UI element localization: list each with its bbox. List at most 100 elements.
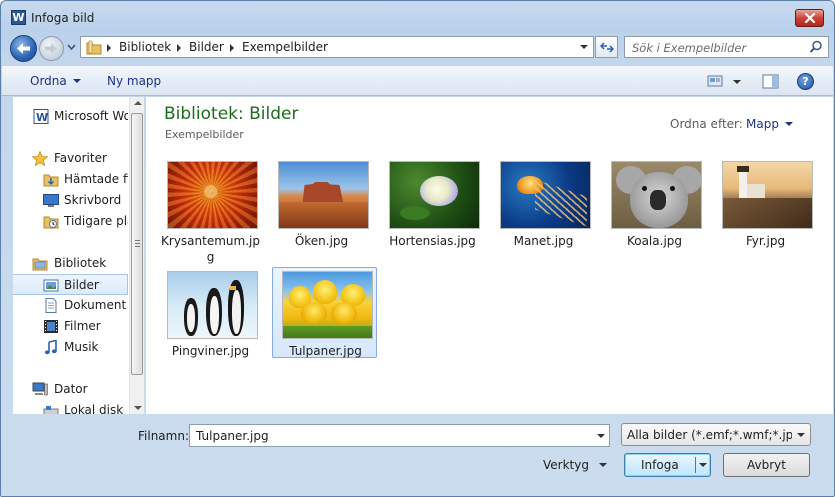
nav-pane-scrollbar[interactable] bbox=[129, 97, 144, 414]
cancel-button[interactable]: Avbryt bbox=[723, 453, 810, 477]
tulpaner-thumbnail bbox=[282, 271, 373, 339]
nav-item-downloads[interactable]: Hämtade fil bbox=[13, 169, 128, 190]
address-history-dropdown[interactable] bbox=[580, 45, 588, 49]
file-type-filter-select[interactable]: Alla bilder (*.emf;*.wmf;*.jpg;*. bbox=[621, 423, 811, 446]
refresh-icon bbox=[600, 42, 614, 53]
hortensias-thumbnail bbox=[389, 161, 480, 229]
library-title: Bibliotek: Bilder bbox=[164, 104, 299, 124]
search-box[interactable]: Sök i Exempelbilder bbox=[624, 36, 829, 58]
svg-text:W: W bbox=[36, 111, 48, 124]
file-list-pane: Bibliotek: Bilder Exempelbilder Ordna ef… bbox=[146, 97, 833, 414]
star-icon bbox=[32, 151, 48, 166]
nav-item-music[interactable]: Musik bbox=[13, 337, 128, 358]
nav-item-label: Dokument bbox=[64, 298, 127, 312]
file-name-dropdown[interactable] bbox=[597, 434, 605, 438]
tools-button[interactable]: Verktyg bbox=[543, 458, 589, 472]
organize-button[interactable]: Ordna bbox=[30, 74, 81, 88]
file-name: Tulpaner.jpg bbox=[289, 344, 362, 358]
new-folder-button[interactable]: Ny mapp bbox=[107, 74, 161, 88]
file-name-label: Filnamn: bbox=[138, 429, 189, 443]
nav-item-favorites[interactable]: Favoriter bbox=[13, 148, 128, 169]
nav-item-label: Bibliotek bbox=[54, 256, 107, 270]
forward-button[interactable] bbox=[39, 36, 64, 61]
nav-item-videos[interactable]: Filmer bbox=[13, 316, 128, 337]
nav-item-microsoft-word[interactable]: W Microsoft Wo bbox=[13, 106, 128, 127]
command-toolbar: Ordna Ny mapp ? bbox=[2, 65, 833, 96]
krysantemum-thumbnail bbox=[167, 161, 258, 229]
address-bar[interactable]: Bibliotek Bilder Exempelbilder bbox=[80, 36, 594, 58]
file-name-value: Tulpaner.jpg bbox=[196, 429, 269, 443]
search-icon[interactable] bbox=[809, 40, 823, 54]
file-item-manet[interactable]: Manet.jpg bbox=[491, 158, 596, 249]
nav-item-recent-places[interactable]: Tidigare pla bbox=[13, 211, 128, 232]
close-button[interactable] bbox=[795, 9, 824, 27]
nav-item-local-disk[interactable]: Lokal disk (C bbox=[13, 400, 128, 414]
nav-item-label: Bilder bbox=[64, 278, 99, 292]
nav-item-label: Favoriter bbox=[54, 151, 107, 165]
fyr-thumbnail bbox=[722, 161, 813, 229]
title-bar: W Infoga bild bbox=[1, 1, 834, 31]
insert-button[interactable]: Infoga bbox=[624, 453, 711, 477]
chevron-down-icon bbox=[797, 433, 805, 437]
library-subtitle: Exempelbilder bbox=[165, 128, 244, 141]
word-app-icon: W bbox=[11, 10, 26, 25]
chevron-down-icon bbox=[72, 79, 81, 83]
documents-icon bbox=[45, 298, 57, 313]
scroll-up-arrow-icon[interactable] bbox=[134, 101, 142, 105]
breadcrumb-bibliotek[interactable]: Bibliotek bbox=[119, 40, 171, 54]
videos-icon bbox=[44, 320, 58, 333]
file-name-line2: g bbox=[206, 250, 215, 264]
back-button[interactable] bbox=[10, 35, 37, 62]
pictures-icon bbox=[43, 279, 59, 292]
view-options-dropdown[interactable] bbox=[733, 80, 741, 84]
window-title: Infoga bild bbox=[31, 11, 95, 25]
nav-item-label: Musik bbox=[64, 340, 99, 354]
breadcrumb-separator-icon[interactable] bbox=[230, 44, 234, 52]
nav-item-label: Filmer bbox=[64, 319, 101, 333]
nav-item-label: Tidigare pla bbox=[64, 214, 128, 228]
file-name-line1: Krysantemum.jp bbox=[161, 234, 260, 248]
nav-item-label: Skrivbord bbox=[64, 193, 122, 207]
file-name-input[interactable]: Tulpaner.jpg bbox=[189, 424, 610, 447]
scroll-down-arrow-icon[interactable] bbox=[134, 406, 142, 410]
nav-item-documents[interactable]: Dokument bbox=[13, 295, 128, 316]
recent-pages-chevron-down-icon[interactable] bbox=[67, 44, 76, 51]
manet-thumbnail bbox=[500, 161, 591, 229]
downloads-folder-icon bbox=[43, 174, 59, 187]
breadcrumb-bilder[interactable]: Bilder bbox=[189, 40, 224, 54]
file-item-pingviner[interactable]: Pingviner.jpg bbox=[158, 268, 263, 359]
nav-item-label: Microsoft Wo bbox=[54, 109, 128, 123]
file-item-krysantemum[interactable]: Krysantemum.jp g bbox=[158, 158, 263, 264]
scrollbar-thumb[interactable] bbox=[131, 113, 143, 375]
help-icon[interactable]: ? bbox=[797, 73, 814, 90]
tools-dropdown-arrow[interactable] bbox=[599, 463, 607, 467]
breadcrumb-exempelbilder[interactable]: Exempelbilder bbox=[242, 40, 328, 54]
preview-pane-icon[interactable] bbox=[762, 74, 779, 89]
folder-icon bbox=[86, 40, 102, 55]
file-item-koala[interactable]: Koala.jpg bbox=[602, 158, 707, 249]
nav-item-computer[interactable]: Dator bbox=[13, 379, 128, 400]
insert-options-dropdown[interactable] bbox=[699, 463, 707, 467]
file-name: Öken.jpg bbox=[294, 234, 349, 248]
nav-item-pictures[interactable]: Bilder bbox=[13, 274, 128, 295]
file-item-oken[interactable]: Öken.jpg bbox=[269, 158, 374, 249]
breadcrumb-separator-icon[interactable] bbox=[107, 44, 111, 52]
close-icon bbox=[804, 13, 816, 24]
desktop-icon bbox=[43, 194, 59, 207]
nav-item-desktop[interactable]: Skrivbord bbox=[13, 190, 128, 211]
file-item-hortensias[interactable]: Hortensias.jpg bbox=[380, 158, 485, 249]
grip-icon bbox=[135, 240, 140, 247]
file-item-fyr[interactable]: Fyr.jpg bbox=[713, 158, 818, 249]
cancel-label: Avbryt bbox=[747, 458, 786, 472]
arrange-by-label: Ordna efter: bbox=[670, 117, 743, 131]
recent-places-icon bbox=[43, 216, 59, 229]
breadcrumb-separator-icon[interactable] bbox=[177, 44, 181, 52]
nav-item-label: Lokal disk (C bbox=[64, 403, 128, 414]
file-name: Fyr.jpg bbox=[745, 234, 786, 248]
change-view-icon[interactable] bbox=[707, 74, 723, 88]
nav-item-libraries[interactable]: Bibliotek bbox=[13, 253, 128, 274]
arrange-by-dropdown[interactable]: Mapp bbox=[746, 117, 793, 131]
file-name: Hortensias.jpg bbox=[389, 234, 476, 248]
file-item-tulpaner[interactable]: Tulpaner.jpg bbox=[272, 267, 377, 358]
refresh-button[interactable] bbox=[595, 36, 618, 58]
